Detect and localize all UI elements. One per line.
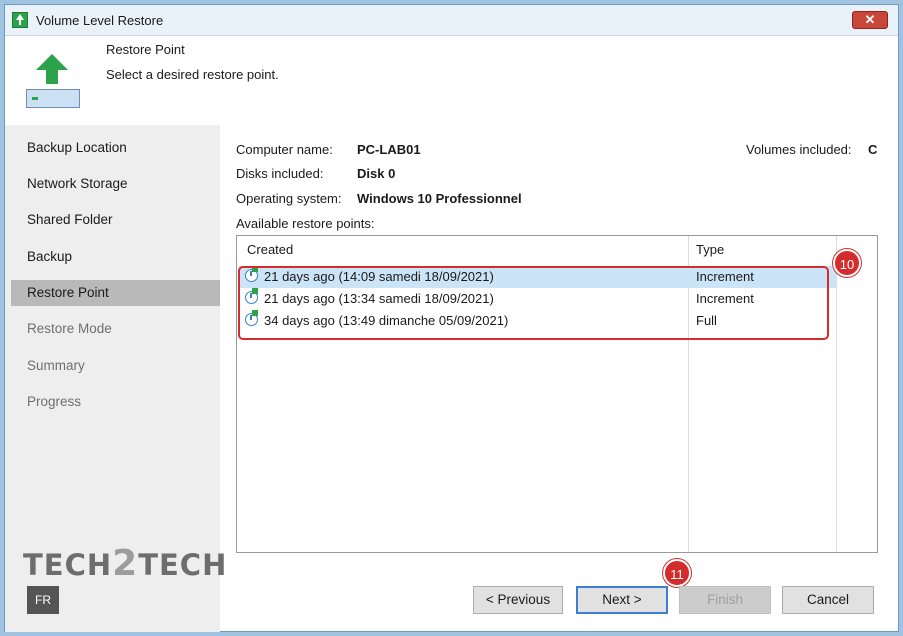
close-button[interactable]: ✕ (852, 11, 888, 29)
step-restore-point[interactable]: Restore Point (11, 280, 220, 306)
column-header-type[interactable]: Type (696, 242, 724, 257)
volume-disk-icon (26, 89, 80, 108)
step-restore-mode: Restore Mode (27, 321, 112, 336)
step-network-storage[interactable]: Network Storage (11, 171, 220, 197)
volumes-included-label: Volumes included: (746, 142, 852, 157)
operating-system-value: Windows 10 Professionnel (357, 191, 522, 206)
step-shared-folder[interactable]: Shared Folder (11, 207, 220, 233)
step-summary: Summary (27, 358, 85, 373)
available-restore-points-label: Available restore points: (236, 216, 375, 231)
column-header-created[interactable]: Created (247, 242, 293, 257)
next-button[interactable]: Next > (576, 586, 668, 614)
step-backup-location[interactable]: Backup Location (11, 135, 220, 161)
title-bar: Volume Level Restore ✕ (5, 5, 898, 36)
step-number-badge: 10 (833, 249, 861, 277)
step-progress: Progress (27, 394, 82, 409)
step-title: Restore Point (106, 42, 185, 57)
disks-included-label: Disks included: (236, 166, 324, 181)
cancel-button[interactable]: Cancel (782, 586, 874, 614)
language-button[interactable]: FR (27, 586, 59, 614)
step-backup[interactable]: Backup (11, 244, 220, 270)
restore-app-icon (12, 12, 28, 28)
computer-name-value: PC-LAB01 (357, 142, 421, 157)
step-description: Select a desired restore point. (106, 67, 279, 82)
disks-included-value: Disk 0 (357, 166, 396, 181)
restore-wizard-window: Volume Level Restore ✕ Restore Point Sel… (4, 4, 899, 632)
previous-button[interactable]: < Previous (473, 586, 563, 614)
volumes-included-value: C (868, 142, 878, 157)
tech2tech-watermark: TECH2TECH (23, 543, 228, 584)
restore-arrow-icon (36, 54, 68, 84)
computer-name-label: Computer name: (236, 142, 333, 157)
step-number-badge: 11 (663, 559, 691, 587)
wizard-header: Restore Point Select a desired restore p… (5, 36, 898, 125)
finish-button: Finish (679, 586, 771, 614)
operating-system-label: Operating system: (236, 191, 342, 206)
window-title: Volume Level Restore (36, 13, 164, 28)
restore-points-highlight-box (238, 266, 829, 340)
